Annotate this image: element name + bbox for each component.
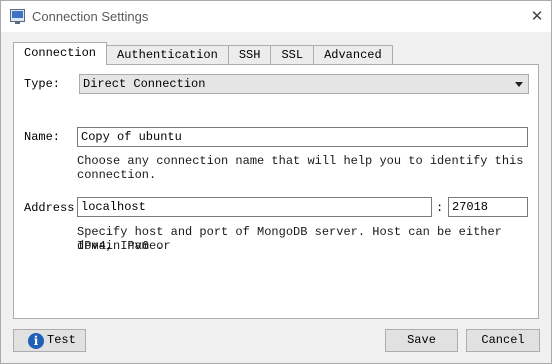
address-hint-line2: domain name. — [77, 239, 164, 253]
close-icon[interactable]: ✕ — [522, 4, 552, 28]
connection-settings-window: Connection Settings ✕ Connection Authent… — [0, 0, 552, 364]
connection-type-select[interactable]: Direct Connection — [79, 74, 529, 94]
tab-advanced[interactable]: Advanced — [313, 45, 393, 65]
tab-ssl[interactable]: SSL — [270, 45, 315, 65]
test-button-label: Test — [47, 333, 76, 347]
connection-type-value: Direct Connection — [83, 77, 206, 91]
port-input[interactable]: 27018 — [448, 197, 528, 217]
name-hint: Choose any connection name that will hel… — [77, 154, 524, 182]
type-label: Type: — [24, 77, 61, 91]
test-button[interactable]: i Test — [13, 329, 86, 352]
info-icon: i — [28, 333, 44, 349]
save-button[interactable]: Save — [385, 329, 458, 352]
dropdown-arrow-icon — [515, 82, 523, 87]
name-label: Name: — [24, 130, 61, 144]
connection-panel: Type: Direct Connection Name: Copy of ub… — [13, 64, 539, 319]
tab-bar: Connection Authentication SSH SSL Advanc… — [13, 42, 393, 65]
tab-ssh[interactable]: SSH — [227, 45, 272, 65]
connection-name-input[interactable]: Copy of ubuntu — [77, 127, 528, 147]
tab-authentication[interactable]: Authentication — [106, 45, 229, 65]
port-separator: : — [436, 201, 444, 215]
title-bar[interactable]: Connection Settings ✕ — [1, 1, 551, 32]
app-window-icon — [10, 9, 25, 24]
window-title: Connection Settings — [32, 9, 149, 24]
cancel-button[interactable]: Cancel — [466, 329, 540, 352]
address-label: Address: — [24, 201, 82, 215]
host-input[interactable]: localhost — [77, 197, 432, 217]
tab-connection[interactable]: Connection — [13, 42, 108, 65]
